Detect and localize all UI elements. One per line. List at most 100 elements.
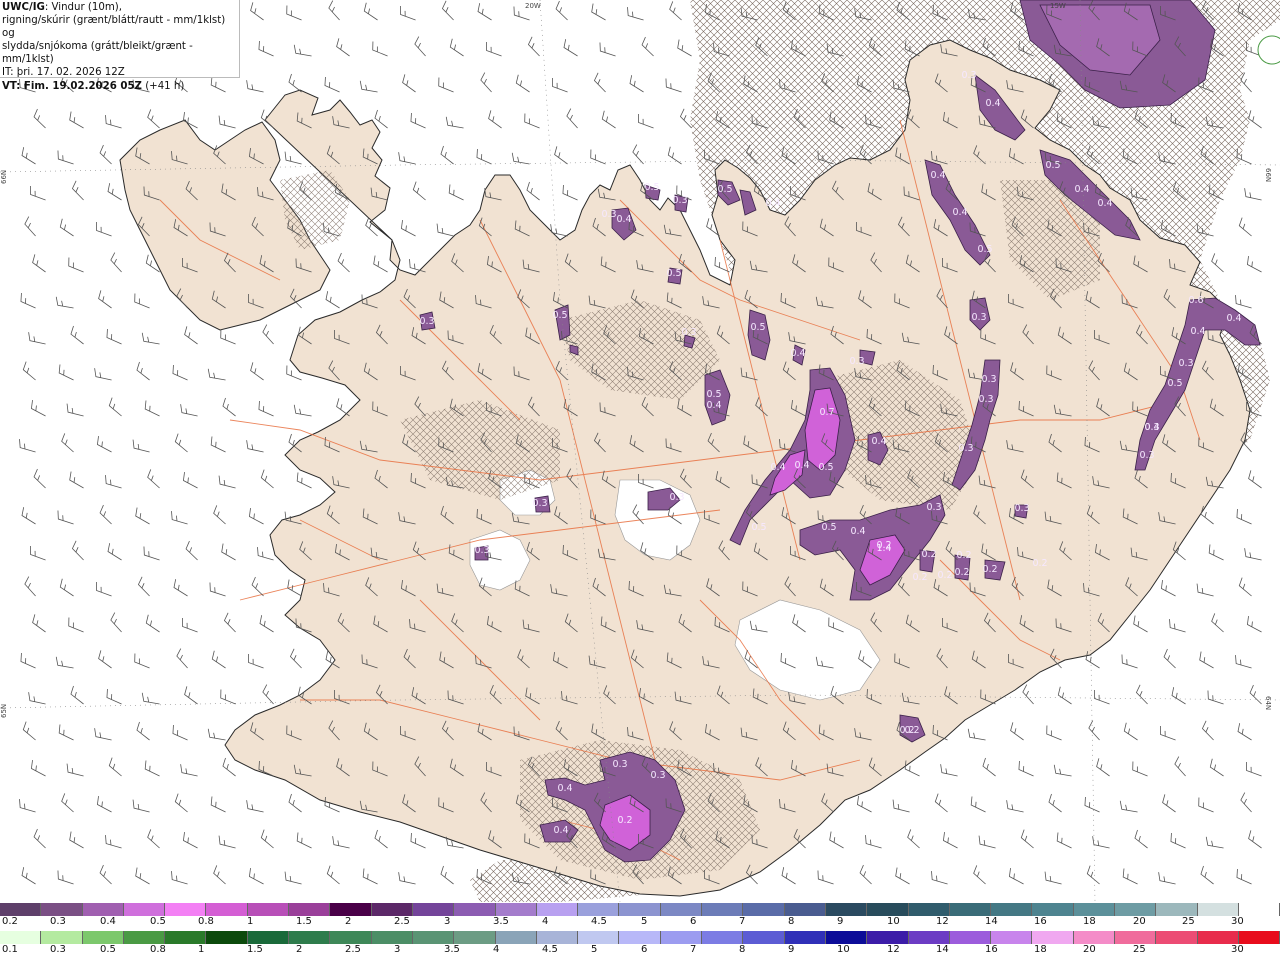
rain-scale-tick-label: 4 bbox=[493, 944, 500, 955]
snow-scale-swatch bbox=[949, 903, 992, 916]
weather-map: 20W 15W 66N 65N 66N 64N 0.40.30.40.50.40… bbox=[0, 0, 1280, 902]
rain-scale-tick-label: 18 bbox=[1034, 944, 1047, 955]
info-line-3: slydda/snjókoma (grátt/bleikt/grænt - mm… bbox=[2, 41, 193, 66]
contour-label: 0.7 bbox=[819, 407, 834, 418]
contour-label: 0.3 bbox=[419, 316, 434, 327]
snow-scale-labels: 0.2 0.3 0.4 0.5 0.8 1 1.5 2 2.5 3 3.5 4 4.5 5 6 7 8 9 10 12… bbox=[0, 916, 1280, 929]
rain-scale-bar bbox=[0, 931, 1280, 944]
contour-label: 0.2 bbox=[617, 815, 632, 826]
rain-scale-tick-label: 20 bbox=[1083, 944, 1096, 955]
snow-scale-tick-label: 0.4 bbox=[100, 916, 116, 927]
contour-label: 0.3 bbox=[958, 443, 973, 454]
contour-label: 0.2 bbox=[937, 570, 952, 581]
rain-scale-swatch bbox=[991, 931, 1033, 944]
rain-scale-swatch bbox=[1073, 931, 1116, 944]
snow-scale-swatch bbox=[867, 903, 909, 916]
snow-scale-swatch bbox=[619, 903, 661, 916]
info-line-2: rigning/skúrir (grænt/blátt/rautt - mm/1… bbox=[2, 15, 226, 40]
contour-label: 0.3 bbox=[669, 492, 684, 503]
rain-scale-tick-label: 0.8 bbox=[150, 944, 166, 955]
contour-label: 0.4 bbox=[1144, 422, 1159, 433]
contour-label: 0.3 bbox=[849, 356, 864, 367]
contour-label: 0.3 bbox=[672, 195, 687, 206]
rain-scale-tick-label: 30 bbox=[1231, 944, 1244, 955]
rain-scale-tick-label: 6 bbox=[641, 944, 648, 955]
lead-time: (+41 h) bbox=[141, 80, 185, 92]
rain-scale-tick-label: 4.5 bbox=[542, 944, 558, 955]
snow-scale-swatch bbox=[578, 903, 620, 916]
rain-scale-swatch bbox=[289, 931, 331, 944]
rain-scale-swatch bbox=[908, 931, 950, 944]
snow-scale-swatch bbox=[784, 903, 826, 916]
snow-scale-tick-label: 1.5 bbox=[296, 916, 312, 927]
snow-scale-tick-label: 14 bbox=[985, 916, 998, 927]
snow-scale-bar bbox=[0, 903, 1280, 916]
rain-scale-swatch bbox=[619, 931, 661, 944]
rain-scale-swatch bbox=[82, 931, 124, 944]
rain-scale-swatch bbox=[1238, 931, 1280, 944]
snow-scale-swatch bbox=[495, 903, 537, 916]
rain-scale-swatch bbox=[371, 931, 413, 944]
contour-label: 0.4 bbox=[1097, 198, 1112, 209]
snow-scale-tick-label: 3 bbox=[444, 916, 451, 927]
rain-scale-tick-label: 25 bbox=[1133, 944, 1146, 955]
contour-label: 0.4 bbox=[616, 214, 631, 225]
contour-label: 0.5 bbox=[977, 244, 992, 255]
rain-scale-labels: 0.1 0.3 0.5 0.8 1 1.5 2 2.5 3 3.5 4 4.5 5 6 7 8 9 10 12 14 1… bbox=[0, 944, 1280, 957]
snow-scale-tick-label: 30 bbox=[1231, 916, 1244, 927]
rain-scale-swatch bbox=[578, 931, 620, 944]
rain-scale-swatch bbox=[41, 931, 83, 944]
rain-scale-tick-label: 16 bbox=[985, 944, 998, 955]
coord-label-65n-left: 65N bbox=[0, 704, 8, 718]
rain-scale-tick-label: 3 bbox=[394, 944, 401, 955]
snow-scale-swatch bbox=[1115, 903, 1157, 916]
rain-scale-swatch bbox=[412, 931, 455, 944]
rain-scale-swatch bbox=[660, 931, 703, 944]
snow-scale-swatch bbox=[702, 903, 744, 916]
snow-scale-swatch bbox=[41, 903, 83, 916]
rain-scale-swatch bbox=[825, 931, 868, 944]
snow-scale-tick-label: 6 bbox=[690, 916, 697, 927]
contour-label: 0.4 bbox=[871, 436, 886, 447]
contour-label: 0.4 bbox=[553, 825, 568, 836]
snow-scale-tick-label: 0.2 bbox=[2, 916, 18, 927]
contour-label: 0.4 bbox=[770, 462, 785, 473]
rain-scale-swatch bbox=[949, 931, 992, 944]
snow-scale-swatch bbox=[123, 903, 166, 916]
coord-label-15w: 15W bbox=[1050, 2, 1066, 10]
snow-scale-swatch bbox=[412, 903, 455, 916]
contour-label: 0.4 bbox=[952, 207, 967, 218]
snow-scale-swatch bbox=[908, 903, 950, 916]
coord-label-66n-left: 66N bbox=[0, 170, 8, 184]
snow-scale-swatch bbox=[454, 903, 496, 916]
info-line-1: : Vindur (10m), bbox=[44, 2, 122, 13]
snow-scale-tick-label: 7 bbox=[739, 916, 746, 927]
contour-label: 0.3 bbox=[650, 770, 665, 781]
contour-label: 0.2 bbox=[912, 572, 927, 583]
snow-scale-swatch bbox=[536, 903, 579, 916]
snow-scale-tick-label: 2.5 bbox=[394, 916, 410, 927]
contour-label: 0.3 bbox=[612, 759, 627, 770]
rain-scale-swatch bbox=[743, 931, 785, 944]
contour-label: 0.3 bbox=[1139, 450, 1154, 461]
snow-scale-swatch bbox=[289, 903, 331, 916]
snow-scale-swatch bbox=[82, 903, 124, 916]
snow-scale-swatch bbox=[1032, 903, 1074, 916]
contour-label: 0.3 bbox=[681, 327, 696, 338]
rain-scale-tick-label: 5 bbox=[591, 944, 598, 955]
coord-label-64n-right: 64N bbox=[1264, 696, 1272, 710]
snow-scale-tick-label: 0.8 bbox=[198, 916, 214, 927]
snow-scale-swatch bbox=[1156, 903, 1198, 916]
rain-scale-tick-label: 9 bbox=[788, 944, 795, 955]
rain-scale-tick-label: 7 bbox=[690, 944, 697, 955]
contour-label: 0.5 bbox=[644, 182, 659, 193]
rain-scale-swatch bbox=[495, 931, 537, 944]
rain-scale-tick-label: 8 bbox=[739, 944, 746, 955]
snow-scale-tick-label: 0.5 bbox=[150, 916, 166, 927]
snow-scale-swatch bbox=[371, 903, 413, 916]
rain-scale-tick-label: 0.5 bbox=[100, 944, 116, 955]
snow-scale-tick-label: 0.3 bbox=[50, 916, 66, 927]
contour-label: 0.4 bbox=[790, 348, 805, 359]
rain-scale-swatch bbox=[536, 931, 579, 944]
rain-scale-tick-label: 1 bbox=[198, 944, 205, 955]
